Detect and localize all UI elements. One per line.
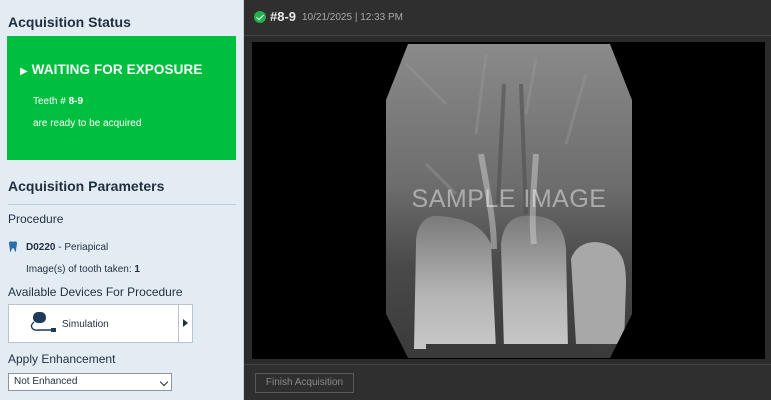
procedure-label: Procedure (8, 212, 64, 226)
device-simulation-button[interactable]: Simulation (8, 304, 193, 343)
tooth-icon (9, 241, 17, 252)
image-id: #8-9 (270, 9, 297, 24)
ready-message: are ready to be acquired (33, 118, 142, 129)
device-name: Simulation (62, 319, 109, 330)
acquisition-status-title: Acquisition Status (8, 14, 131, 30)
left-panel: Acquisition Status ▶ WAITING FOR EXPOSUR… (0, 0, 244, 400)
status-headline: ▶ WAITING FOR EXPOSURE (20, 62, 203, 77)
teeth-line: Teeth # 8-9 (33, 96, 84, 107)
chevron-down-icon (159, 377, 169, 387)
play-icon: ▶ (20, 66, 28, 77)
divider (8, 204, 236, 205)
image-header: #8-9 10/21/2025 | 12:33 PM (244, 0, 771, 36)
apply-enhancement-label: Apply Enhancement (8, 352, 116, 366)
finish-acquisition-button[interactable]: Finish Acquisition (255, 373, 354, 393)
available-devices-label: Available Devices For Procedure (8, 285, 183, 299)
procedure-item: D0220 - Periapical (26, 242, 109, 253)
right-panel: #8-9 10/21/2025 | 12:33 PM SAMPLE IMAGE … (244, 0, 771, 400)
enhancement-select[interactable]: Not Enhanced (8, 373, 172, 391)
check-circle-icon (254, 11, 266, 23)
acquisition-parameters-title: Acquisition Parameters (8, 178, 165, 194)
images-taken: Image(s) of tooth taken: 1 (26, 264, 140, 275)
status-box: ▶ WAITING FOR EXPOSURE Teeth # 8-9 are r… (7, 36, 236, 160)
image-viewer[interactable]: SAMPLE IMAGE (252, 42, 765, 359)
sample-watermark: SAMPLE IMAGE (411, 185, 607, 213)
device-arrow-icon[interactable] (178, 305, 192, 342)
sensor-icon (30, 312, 56, 332)
footer-bar: Finish Acquisition (244, 364, 771, 400)
image-timestamp: 10/21/2025 | 12:33 PM (302, 12, 404, 23)
